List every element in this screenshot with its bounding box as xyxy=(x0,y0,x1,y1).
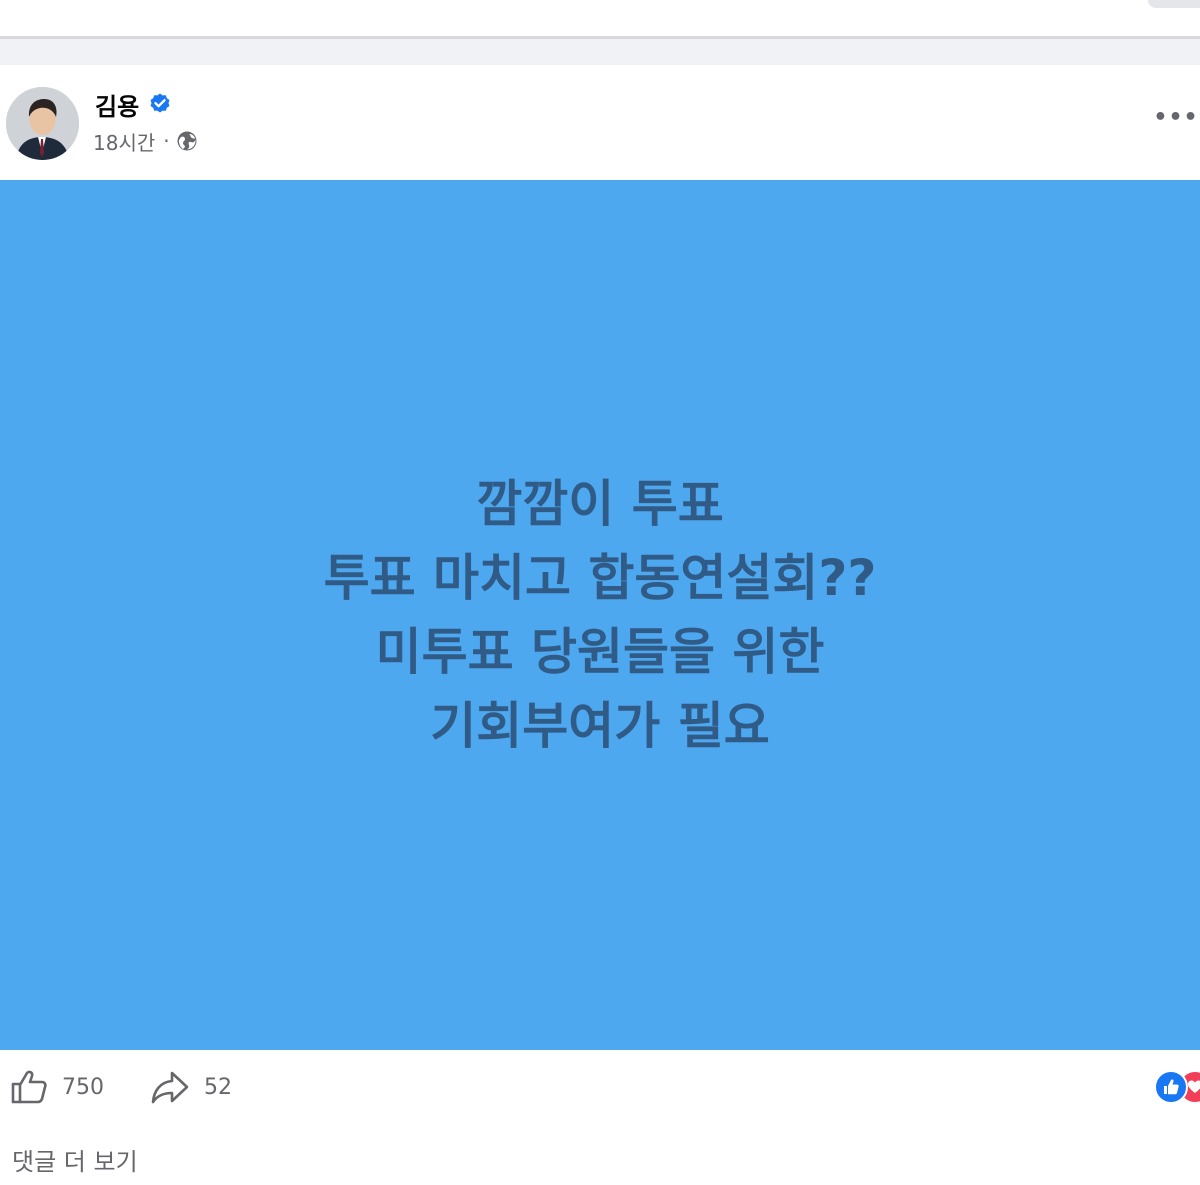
browser-top-bar xyxy=(0,0,1200,39)
avatar[interactable] xyxy=(6,87,79,160)
meta-separator: · xyxy=(163,129,170,153)
like-reaction-icon xyxy=(1154,1070,1188,1104)
share-button[interactable]: 52 xyxy=(150,1068,232,1106)
post-header: 김용 18시간 · ••• xyxy=(0,65,1200,180)
author-name[interactable]: 김용 xyxy=(95,87,139,122)
share-count: 52 xyxy=(204,1074,232,1100)
post-text-card: 깜깜이 투표 투표 마치고 합동연설회?? 미투표 당원들을 위한 기회부여가 … xyxy=(0,180,1200,1050)
post-text-line: 투표 마치고 합동연설회?? xyxy=(323,549,877,607)
more-options-button[interactable]: ••• xyxy=(1153,105,1197,130)
verified-badge-icon xyxy=(148,92,172,116)
reaction-summary[interactable] xyxy=(1154,1070,1200,1104)
avatar-photo xyxy=(6,87,79,160)
thumbs-up-icon xyxy=(11,1070,47,1104)
post-footer: 750 52 댓글 더 보기 xyxy=(0,1050,1200,1185)
post-text-line: 미투표 당원들을 위한 xyxy=(375,623,825,681)
post-timestamp[interactable]: 18시간 xyxy=(93,127,155,156)
top-bar-pill xyxy=(1148,0,1200,8)
like-count: 750 xyxy=(62,1074,104,1100)
post-text: 깜깜이 투표 투표 마치고 합동연설회?? 미투표 당원들을 위한 기회부여가 … xyxy=(324,467,877,763)
post-text-line: 기회부여가 필요 xyxy=(430,697,770,755)
author-row: 김용 xyxy=(95,87,172,122)
post-text-line: 깜깜이 투표 xyxy=(476,475,724,533)
view-more-comments-link[interactable]: 댓글 더 보기 xyxy=(12,1142,138,1177)
feed-gap xyxy=(0,39,1200,65)
globe-icon[interactable] xyxy=(176,130,198,152)
post-meta: 18시간 · xyxy=(93,127,198,155)
like-button[interactable]: 750 xyxy=(10,1068,104,1106)
share-arrow-icon xyxy=(151,1071,189,1104)
